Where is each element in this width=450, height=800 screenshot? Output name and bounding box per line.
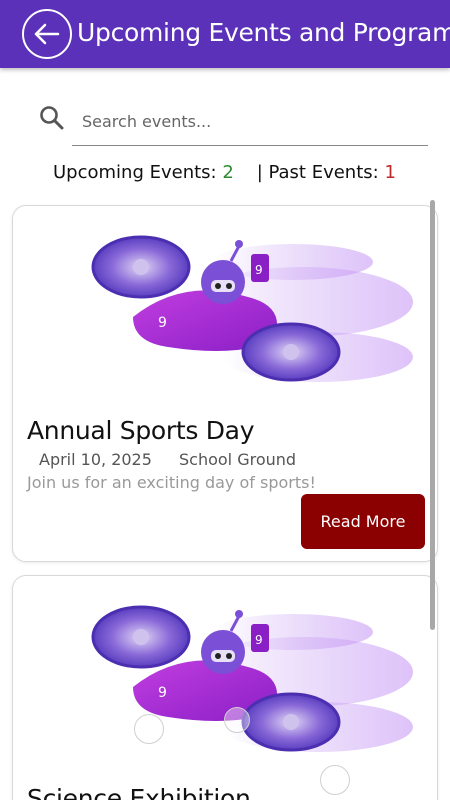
upcoming-label: Upcoming Events: — [53, 162, 217, 183]
search-input[interactable] — [72, 98, 428, 146]
carousel-dot[interactable] — [320, 765, 350, 795]
carousel-dot[interactable] — [224, 707, 250, 733]
scrollbar[interactable] — [430, 200, 435, 630]
event-location: School Ground — [179, 450, 297, 469]
upcoming-count: 2 — [222, 162, 234, 183]
flying-robot-drone-illustration: 9 9 — [91, 605, 413, 752]
carousel-dot[interactable] — [134, 714, 164, 744]
flying-robot-drone-illustration: 9 9 — [91, 235, 413, 382]
past-count: 1 — [384, 162, 396, 183]
event-title: Annual Sports Day — [27, 416, 255, 445]
search-icon — [40, 106, 64, 130]
app-header: Upcoming Events and Programs — [0, 0, 450, 68]
event-meta: April 10, 2025 School Ground — [39, 450, 296, 469]
search-bar — [38, 98, 428, 146]
past-label: | Past Events: — [256, 162, 379, 183]
svg-text:9: 9 — [158, 685, 167, 701]
event-card[interactable]: 9 9 Science Exhibition — [12, 575, 438, 800]
event-stats: Upcoming Events: 2 | Past Events: 1 — [53, 162, 396, 183]
page-title: Upcoming Events and Programs — [77, 18, 450, 47]
event-title: Science Exhibition — [27, 784, 251, 800]
read-more-button[interactable]: Read More — [301, 494, 425, 549]
event-date: April 10, 2025 — [39, 450, 152, 469]
event-card[interactable]: 9 9 Annual Sports Day April 10, 2025 Sch… — [12, 205, 438, 562]
svg-text:9: 9 — [158, 315, 167, 331]
svg-text:9: 9 — [255, 633, 263, 647]
event-description: Join us for an exciting day of sports! — [27, 473, 316, 492]
back-button[interactable] — [22, 9, 72, 59]
arrow-left-icon — [34, 23, 60, 45]
svg-text:9: 9 — [255, 263, 263, 277]
